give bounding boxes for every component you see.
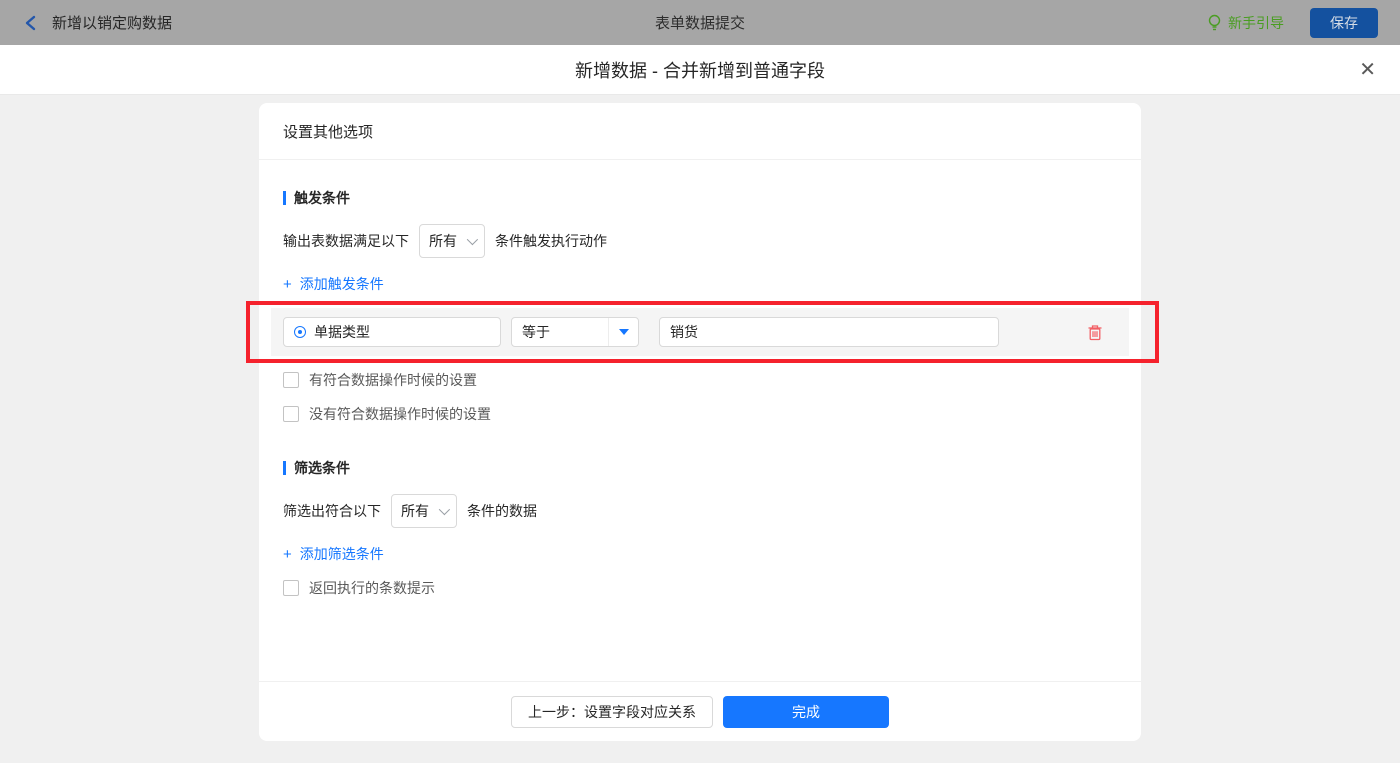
- section-accent-bar: [283, 191, 286, 205]
- add-filter-condition-link[interactable]: + 添加筛选条件: [283, 544, 384, 564]
- card-content: 触发条件 输出表数据满足以下 所有 条件触发执行动作 + 添加触发条件 单据类型…: [246, 160, 1159, 681]
- no-matching-data-checkbox[interactable]: [283, 406, 299, 422]
- dialog-header: 新增数据 - 合并新增到普通字段 ✕: [0, 45, 1400, 95]
- previous-step-button[interactable]: 上一步：设置字段对应关系: [511, 695, 713, 728]
- has-matching-data-label: 有符合数据操作时候的设置: [309, 372, 477, 388]
- topbar: 新增以销定购数据 表单数据提交 新手引导 保存: [0, 0, 1400, 45]
- chevron-down-icon: [438, 503, 451, 516]
- add-filter-condition-label: 添加筛选条件: [299, 546, 384, 562]
- condition-field-select[interactable]: 单据类型: [283, 317, 501, 347]
- trigger-match-select-value: 所有: [429, 233, 457, 249]
- back-label: 新增以销定购数据: [52, 15, 173, 32]
- no-matching-data-label: 没有符合数据操作时候的设置: [309, 406, 491, 422]
- trigger-sentence-suffix: 条件触发执行动作: [495, 233, 607, 249]
- condition-operator-value: 等于: [522, 324, 550, 340]
- has-matching-data-checkbox[interactable]: [283, 372, 299, 388]
- trigger-condition-sentence: 输出表数据满足以下 所有 条件触发执行动作: [283, 224, 1117, 258]
- condition-operator-select[interactable]: 等于: [511, 317, 639, 347]
- dialog-title: 新增数据 - 合并新增到普通字段: [575, 60, 825, 81]
- trigger-section-title: 触发条件: [283, 188, 1117, 208]
- add-trigger-condition-link[interactable]: + 添加触发条件: [283, 274, 384, 294]
- plus-icon: +: [283, 545, 292, 563]
- filter-condition-sentence: 筛选出符合以下 所有 条件的数据: [283, 494, 1117, 528]
- filter-match-select[interactable]: 所有: [391, 494, 457, 528]
- filter-sentence-suffix: 条件的数据: [467, 503, 537, 519]
- filter-match-select-value: 所有: [401, 503, 429, 519]
- delete-condition-icon[interactable]: [1087, 324, 1103, 341]
- trigger-section-label: 触发条件: [294, 190, 350, 206]
- condition-field-value: 单据类型: [314, 324, 370, 340]
- return-count-label: 返回执行的条数提示: [309, 580, 435, 596]
- lightbulb-icon: [1207, 14, 1222, 31]
- filter-section-label: 筛选条件: [294, 460, 350, 476]
- section-accent-bar: [283, 461, 286, 475]
- radio-field-type-icon: [294, 326, 306, 338]
- done-button[interactable]: 完成: [723, 695, 889, 728]
- trigger-condition-row: 单据类型 等于 销货: [246, 301, 1159, 363]
- back-button[interactable]: 新增以销定购数据: [22, 12, 172, 33]
- condition-value-text: 销货: [670, 324, 698, 340]
- plus-icon: +: [283, 275, 292, 293]
- add-trigger-condition-label: 添加触发条件: [299, 276, 384, 292]
- has-matching-data-option: 有符合数据操作时候的设置: [283, 370, 1117, 390]
- filter-section-title: 筛选条件: [283, 458, 1117, 478]
- close-icon[interactable]: ✕: [1359, 60, 1376, 80]
- beginner-guide-label: 新手引导: [1228, 14, 1284, 31]
- card-footer: 上一步：设置字段对应关系 完成: [259, 681, 1141, 741]
- options-card: 设置其他选项 触发条件 输出表数据满足以下 所有 条件触发执行动作 + 添加触发…: [246, 103, 1159, 741]
- trigger-match-select[interactable]: 所有: [419, 224, 485, 258]
- dialog-body: 设置其他选项 触发条件 输出表数据满足以下 所有 条件触发执行动作 + 添加触发…: [0, 103, 1400, 763]
- caret-down-icon: [618, 329, 629, 335]
- caret-zone: [608, 318, 638, 346]
- filter-sentence-prefix: 筛选出符合以下: [283, 503, 381, 519]
- chevron-down-icon: [466, 233, 479, 246]
- return-count-option: 返回执行的条数提示: [283, 578, 1117, 598]
- page-title: 表单数据提交: [654, 15, 745, 32]
- no-matching-data-option: 没有符合数据操作时候的设置: [283, 404, 1117, 424]
- chevron-left-icon: [22, 14, 40, 32]
- card-header: 设置其他选项: [259, 103, 1141, 160]
- beginner-guide-link[interactable]: 新手引导: [1207, 13, 1284, 33]
- trigger-sentence-prefix: 输出表数据满足以下: [283, 233, 409, 249]
- return-count-checkbox[interactable]: [283, 580, 299, 596]
- save-button[interactable]: 保存: [1310, 7, 1378, 38]
- condition-value-input[interactable]: 销货: [659, 317, 999, 347]
